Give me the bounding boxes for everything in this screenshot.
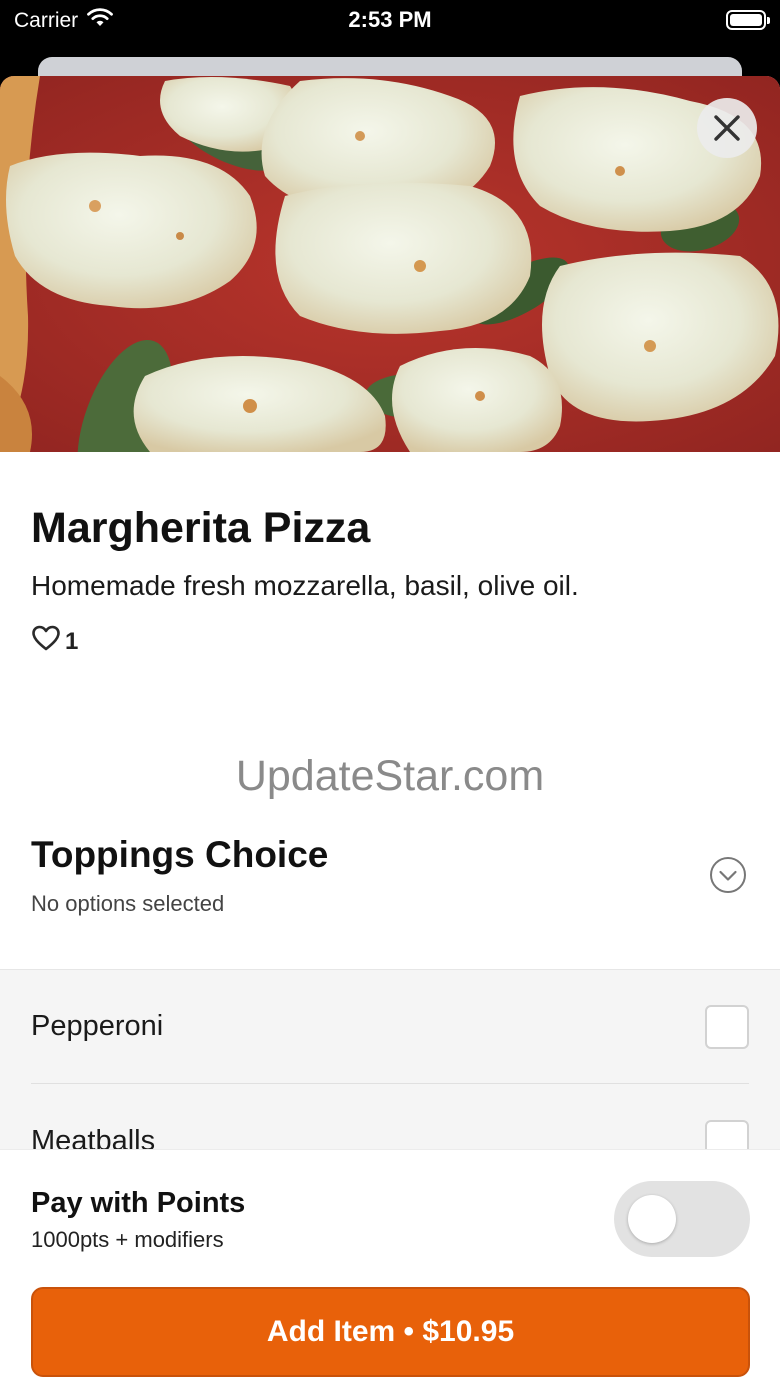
chevron-down-circle-icon: [709, 857, 747, 898]
add-item-button[interactable]: Add Item • $10.95: [31, 1287, 750, 1377]
topping-option-label: Pepperoni: [31, 1010, 164, 1042]
item-photo: [0, 76, 780, 452]
pay-with-points-subtitle: 1000pts + modifiers: [31, 1227, 224, 1252]
toppings-title: Toppings Choice: [31, 834, 329, 875]
item-title: Margherita Pizza: [31, 504, 371, 552]
item-description: Homemade fresh mozzarella, basil, olive …: [31, 570, 579, 601]
close-icon: [712, 113, 742, 143]
close-button[interactable]: [697, 98, 757, 158]
status-time: 2:53 PM: [348, 7, 432, 32]
pay-with-points-title: Pay with Points: [31, 1187, 246, 1219]
toggle-knob: [628, 1195, 676, 1243]
watermark: UpdateStar.com: [235, 752, 545, 800]
likes[interactable]: 1: [31, 624, 78, 659]
pepperoni-checkbox[interactable]: [705, 1005, 749, 1049]
pay-with-points-toggle[interactable]: [614, 1181, 750, 1257]
topping-option-pepperoni[interactable]: Pepperoni: [31, 970, 749, 1084]
checkout-footer: Pay with Points 1000pts + modifiers Add …: [0, 1149, 780, 1387]
toppings-expand-button[interactable]: [709, 856, 747, 894]
item-detail-sheet: Margherita Pizza Homemade fresh mozzarel…: [0, 76, 780, 1387]
toppings-subtitle: No options selected: [31, 891, 225, 916]
heart-outline-icon: [31, 624, 61, 659]
battery-icon: [726, 10, 770, 30]
status-bar: Carrier 2:53 PM: [0, 0, 780, 40]
likes-count: 1: [65, 627, 79, 655]
